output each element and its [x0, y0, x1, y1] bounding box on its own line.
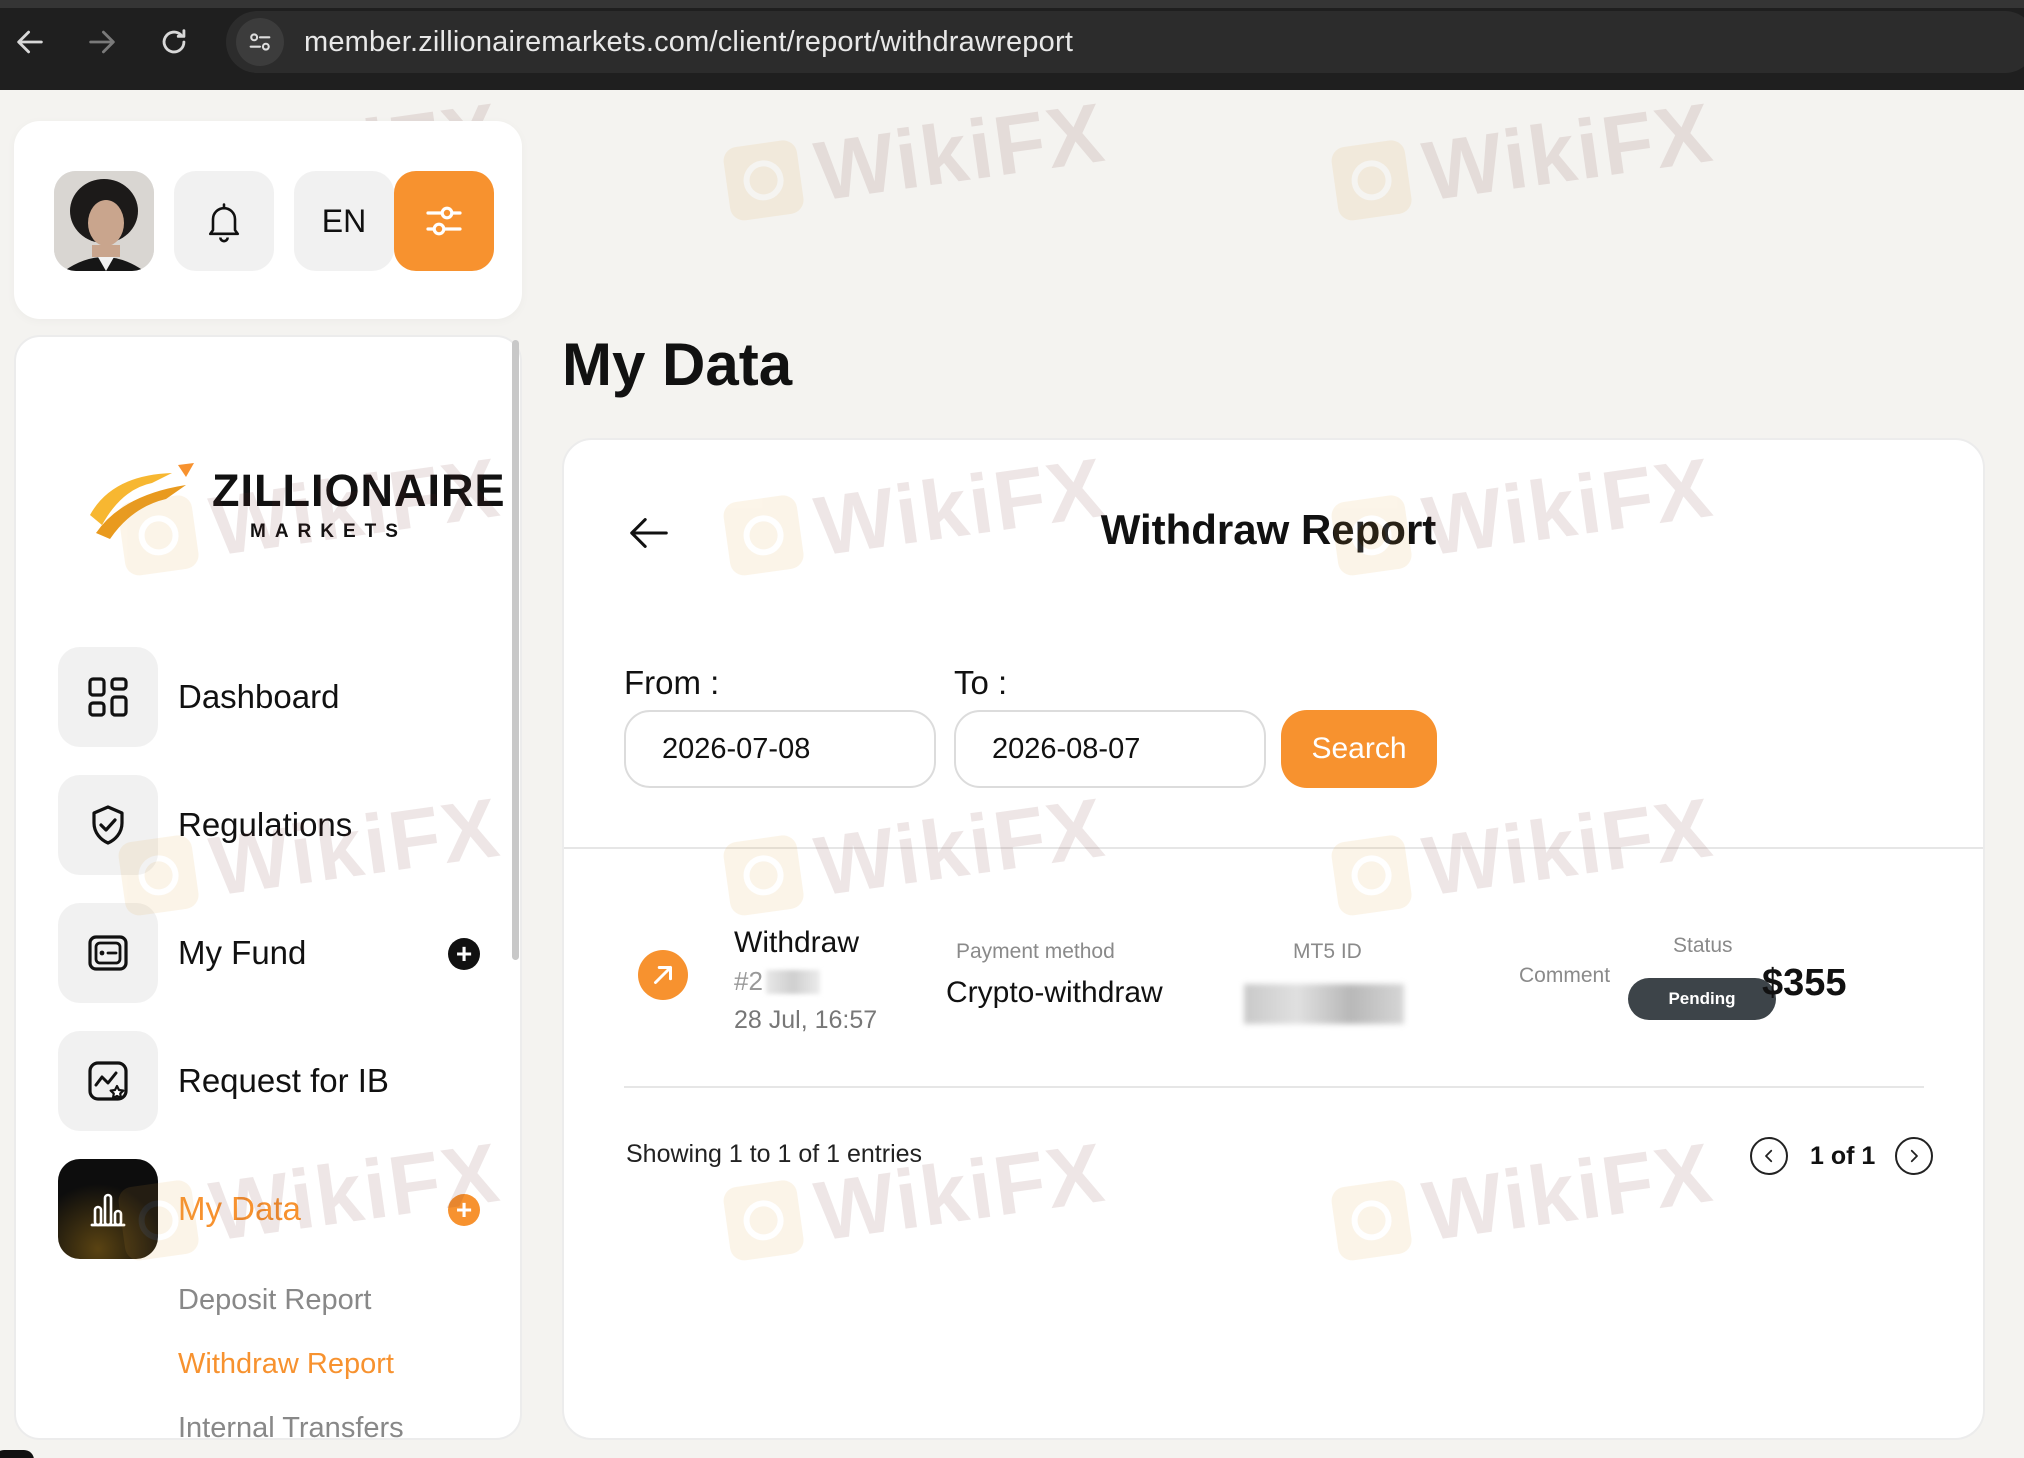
row-divider — [624, 1086, 1924, 1088]
pagination: 1 of 1 — [1750, 1136, 1934, 1176]
sidebar-scrollbar[interactable] — [512, 340, 519, 960]
transaction-amount: $355 — [1762, 962, 1847, 1004]
page-indicator: 1 of 1 — [1810, 1141, 1876, 1170]
status-badge: Pending — [1628, 978, 1776, 1020]
table-row[interactable]: Withdraw #2 28 Jul, 16:57 Payment method… — [624, 918, 1924, 1048]
grid-icon — [88, 677, 128, 717]
settings-button[interactable] — [394, 171, 494, 271]
sidebar-item-label: Regulations — [178, 806, 353, 843]
arrow-right-icon — [89, 30, 115, 54]
status-label: Status — [1673, 934, 1733, 957]
sidebar-item-dashboard[interactable]: Dashboard — [58, 647, 498, 747]
sidebar-item-label: Request for IB — [178, 1062, 389, 1099]
sliders-icon — [426, 206, 462, 236]
logo-icon — [90, 463, 194, 539]
address-bar[interactable]: member.zillionairemarkets.com/client/rep… — [226, 11, 2024, 73]
page-title: My Data — [562, 331, 793, 398]
avatar-image — [54, 171, 154, 271]
sidebar-item-label: Dashboard — [178, 678, 340, 715]
forward-button[interactable] — [72, 18, 132, 66]
watermark: WikiFX — [1328, 84, 1719, 233]
next-page-button[interactable] — [1895, 1137, 1934, 1175]
sidebar-item-label: My Data — [178, 1190, 301, 1227]
site-info-button[interactable] — [236, 18, 284, 66]
reload-icon — [162, 29, 186, 54]
entries-summary: Showing 1 to 1 of 1 entries — [626, 1140, 923, 1168]
corner-mark — [0, 1450, 34, 1458]
expand-icon[interactable]: + — [448, 1194, 480, 1226]
sidebar-subitem-withdraw-report[interactable]: Withdraw Report — [178, 1348, 394, 1381]
chevron-right-icon — [1911, 1149, 1919, 1163]
arrow-left-icon — [17, 30, 43, 54]
sidebar-item-request-for-ib[interactable]: Request for IB — [58, 1031, 498, 1131]
bar-chart-icon — [90, 1193, 126, 1227]
sidebar-subitem-deposit-report[interactable]: Deposit Report — [178, 1284, 371, 1317]
sidebar-subitem-internal-transfers[interactable]: Internal Transfers — [178, 1412, 404, 1438]
transaction-type: Withdraw — [734, 926, 860, 959]
to-date-input[interactable] — [954, 710, 1266, 788]
brand-name: ZILLIONAIRE — [212, 465, 506, 516]
tune-icon — [249, 33, 271, 51]
prev-page-button[interactable] — [1750, 1137, 1788, 1175]
arrow-up-right-icon — [654, 966, 672, 984]
brand-logo[interactable]: ZILLIONAIRE MARKETS — [82, 455, 504, 555]
browser-toolbar: member.zillionairemarkets.com/client/rep… — [0, 0, 2024, 90]
from-label: From : — [624, 664, 720, 701]
card-title: Withdraw Report — [1100, 506, 1437, 553]
divider — [564, 847, 1983, 849]
to-label: To : — [954, 664, 1008, 701]
transaction-id: #2 — [734, 966, 763, 996]
avatar[interactable] — [54, 171, 154, 271]
shield-check-icon — [92, 805, 124, 845]
wallet-icon — [88, 935, 128, 971]
redacted-mt5-id — [1244, 984, 1404, 1024]
url-text[interactable]: member.zillionairemarkets.com/client/rep… — [304, 26, 1073, 59]
transaction-date: 28 Jul, 16:57 — [734, 1006, 878, 1034]
bell-icon — [208, 203, 240, 243]
reload-button[interactable] — [144, 18, 204, 66]
tab-strip — [0, 0, 2024, 8]
sidebar-item-my-data[interactable]: My Data + — [58, 1159, 498, 1259]
sidebar: ZILLIONAIRE MARKETS Dashboard Regulation… — [14, 335, 522, 1440]
chevron-left-icon — [1765, 1149, 1773, 1163]
search-button[interactable]: Search — [1281, 710, 1437, 788]
user-card: EN — [14, 121, 522, 319]
notifications-button[interactable] — [174, 171, 274, 271]
mt5-id-label: MT5 ID — [1293, 940, 1362, 963]
expand-icon[interactable]: + — [448, 938, 480, 970]
brand-subtitle: MARKETS — [250, 521, 407, 542]
sidebar-item-label: My Fund — [178, 934, 307, 971]
chart-star-icon — [88, 1061, 128, 1101]
sidebar-item-my-fund[interactable]: My Fund + — [58, 903, 498, 1003]
back-button[interactable] — [0, 18, 60, 66]
payment-method-value: Crypto-withdraw — [946, 976, 1163, 1009]
payment-method-label: Payment method — [956, 940, 1115, 963]
from-date-input[interactable] — [624, 710, 936, 788]
redacted-id — [766, 970, 820, 994]
withdraw-report-card: Withdraw Report From : To : Search Withd… — [562, 438, 1985, 1440]
comment-label: Comment — [1519, 964, 1611, 987]
language-switcher[interactable]: EN — [294, 171, 394, 271]
sidebar-item-regulations[interactable]: Regulations — [58, 775, 498, 875]
watermark: WikiFX — [720, 84, 1111, 233]
